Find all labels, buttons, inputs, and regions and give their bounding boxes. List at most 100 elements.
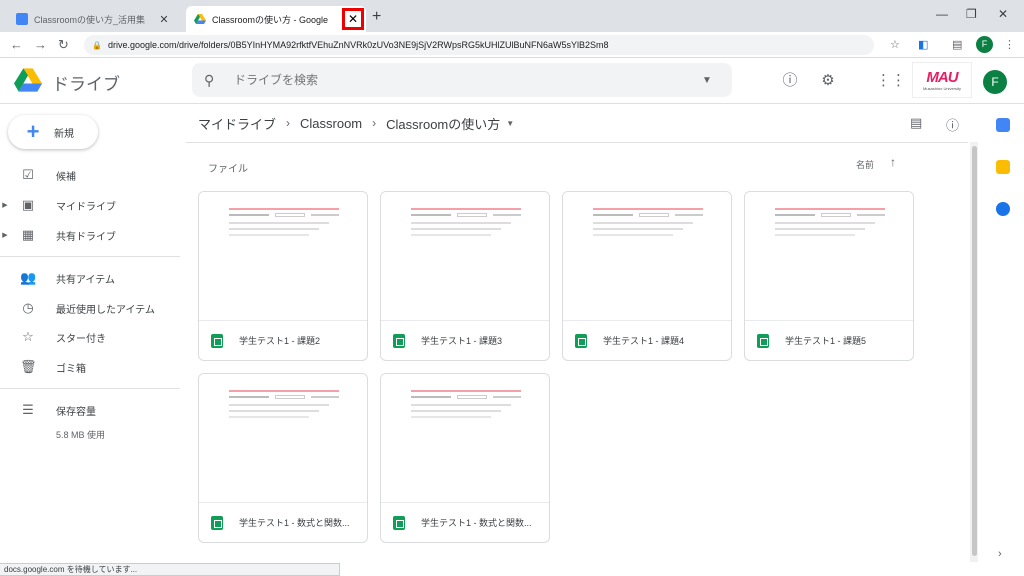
brand-subtitle: Musashino University [922,86,961,91]
help-icon[interactable]: ⓘ [780,71,800,91]
file-card[interactable]: 学生テスト1 - 数式と関数... [380,373,550,543]
sidebar-item-starred[interactable]: ☆ スター付き [0,324,180,350]
sidebar-item-label: マイドライブ [56,201,116,213]
browser-profile-avatar[interactable]: F [976,36,993,53]
sidebar-item-trash[interactable]: 🗑 ゴミ箱 [0,354,180,380]
tab-title: Classroomの使い方 - Google ドライブ [212,14,330,25]
organization-logo[interactable]: MAU Musashino University [912,62,972,98]
breadcrumb-current-folder[interactable]: Classroomの使い方 [386,114,500,133]
storage-icon: ☰ [22,402,34,417]
sidebar-item-shared-with-me[interactable]: 👥 共有アイテム [0,265,180,291]
file-thumbnail [381,374,549,502]
file-thumbnail [199,374,367,502]
storage-usage-text: 5.8 MB 使用 [56,430,106,440]
bookmark-star-icon[interactable]: ☆ [890,38,900,51]
drive-logo-icon[interactable] [14,68,42,92]
sheets-icon [211,515,223,530]
file-card[interactable]: 学生テスト1 - 数式と関数... [198,373,368,543]
search-bar[interactable]: ⚲ ▼ [192,63,732,97]
keep-icon[interactable] [996,160,1010,174]
file-name: 学生テスト1 - 数式と関数... [239,518,350,528]
shared-with-me-icon: 👥 [20,270,37,285]
tab-drive-folder[interactable]: Classroomの使い方 - Google ドライブ ✕ [186,6,366,32]
sidebar-divider [0,388,180,389]
new-button[interactable]: + 新規 [8,115,98,149]
close-window-icon[interactable]: ✕ [998,7,1008,21]
reload-icon[interactable]: ↻ [58,37,69,53]
forward-icon[interactable]: → [34,37,47,52]
breadcrumb: マイドライブ › Classroom › Classroomの使い方 ▼ [198,113,514,133]
address-bar[interactable]: 🔒 drive.google.com/drive/folders/0B5YInH… [84,35,874,55]
restore-icon[interactable]: ❐ [966,7,977,21]
browser-toolbar: ← → ↻ 🔒 drive.google.com/drive/folders/0… [0,32,1024,58]
search-options-icon[interactable]: ▼ [702,75,732,86]
expand-side-panel-icon[interactable]: › [998,548,1002,560]
sidebar-item-priority[interactable]: ☑ 候補 [0,162,180,188]
sheets-icon [757,333,769,348]
breadcrumb-classroom[interactable]: Classroom [300,116,362,131]
search-icon[interactable]: ⚲ [204,72,220,89]
close-tab-icon-highlighted[interactable]: ✕ [342,8,364,30]
browser-menu-icon[interactable]: ⋮ [1004,38,1015,51]
sort-by-name[interactable]: 名前 [856,158,874,171]
minimize-icon[interactable]: — [936,7,948,21]
extension-icon[interactable]: ▤ [952,38,962,51]
list-view-icon[interactable]: ▤ [910,115,922,131]
tab-classroom-doc[interactable]: Classroomの使い方_活用集 ✕ [8,6,180,32]
sheets-icon [393,515,405,530]
brand-mark: MAU [926,69,958,86]
folder-menu-caret-icon[interactable]: ▼ [506,119,514,128]
new-tab-button[interactable]: + [372,8,381,26]
sheets-icon [211,333,223,348]
close-tab-icon[interactable]: ✕ [156,13,172,26]
file-name: 学生テスト1 - 課題4 [603,336,685,346]
file-thumbnail [563,192,731,320]
sidebar-item-label: 最近使用したアイテム [56,304,155,316]
lock-icon: 🔒 [92,40,102,50]
translate-icon[interactable]: ◧ [918,38,928,51]
docs-favicon-icon [16,13,28,25]
file-name: 学生テスト1 - 課題2 [239,336,321,346]
file-card[interactable]: 学生テスト1 - 課題4 [562,191,732,361]
file-card[interactable]: 学生テスト1 - 課題2 [198,191,368,361]
account-avatar[interactable]: F [983,70,1007,94]
sheets-icon [575,333,587,348]
calendar-icon[interactable] [996,118,1010,132]
expand-caret-icon[interactable]: ▶ [0,201,10,209]
tab-title: Classroomの使い方_活用集 [34,14,146,25]
breadcrumb-my-drive[interactable]: マイドライブ [198,114,276,133]
drive-favicon-icon [194,14,206,24]
section-files-label: ファイル [208,164,248,175]
sidebar-item-label: ゴミ箱 [56,363,86,375]
settings-gear-icon[interactable]: ⚙ [818,71,838,91]
back-icon[interactable]: ← [10,37,23,52]
sort-direction-arrow-icon[interactable]: ↑ [890,155,896,169]
sidebar-item-my-drive[interactable]: ▶ ▣ マイドライブ [0,192,180,218]
plus-icon: + [26,119,40,144]
new-button-label: 新規 [54,128,74,140]
sidebar-item-label: 候補 [56,171,76,183]
file-name: 学生テスト1 - 数式と関数... [421,518,532,528]
scrollbar-thumb[interactable] [972,146,977,556]
sidebar-item-shared-drives[interactable]: ▶ ▦ 共有ドライブ [0,222,180,248]
search-input[interactable] [234,73,702,87]
tasks-icon[interactable] [996,202,1010,216]
file-card[interactable]: 学生テスト1 - 課題5 [744,191,914,361]
recent-icon: ◷ [22,300,34,315]
apps-grid-icon[interactable]: ⋮⋮ [876,71,906,91]
star-icon: ☆ [22,329,34,344]
chevron-right-icon: › [286,116,291,130]
browser-tab-bar: Classroomの使い方_活用集 ✕ Classroomの使い方 - Goog… [0,0,1024,32]
app-title[interactable]: ドライブ [52,70,120,95]
file-card[interactable]: 学生テスト1 - 課題3 [380,191,550,361]
drive-header: ドライブ ⚲ ▼ ⓘ ⚙ ⋮⋮ MAU Musashino University… [0,58,1024,104]
sidebar-item-recent[interactable]: ◷ 最近使用したアイテム [0,295,180,321]
expand-caret-icon[interactable]: ▶ [0,231,10,239]
sidebar-item-label: 保存容量 [56,406,96,418]
trash-icon: 🗑 [20,359,37,374]
browser-status-bar: docs.google.com を待機しています... [0,563,340,576]
details-info-icon[interactable]: ⓘ [946,115,959,134]
sheets-icon [393,333,405,348]
sidebar-item-storage[interactable]: ☰ 保存容量 [0,397,180,423]
sidebar-divider [0,256,180,257]
